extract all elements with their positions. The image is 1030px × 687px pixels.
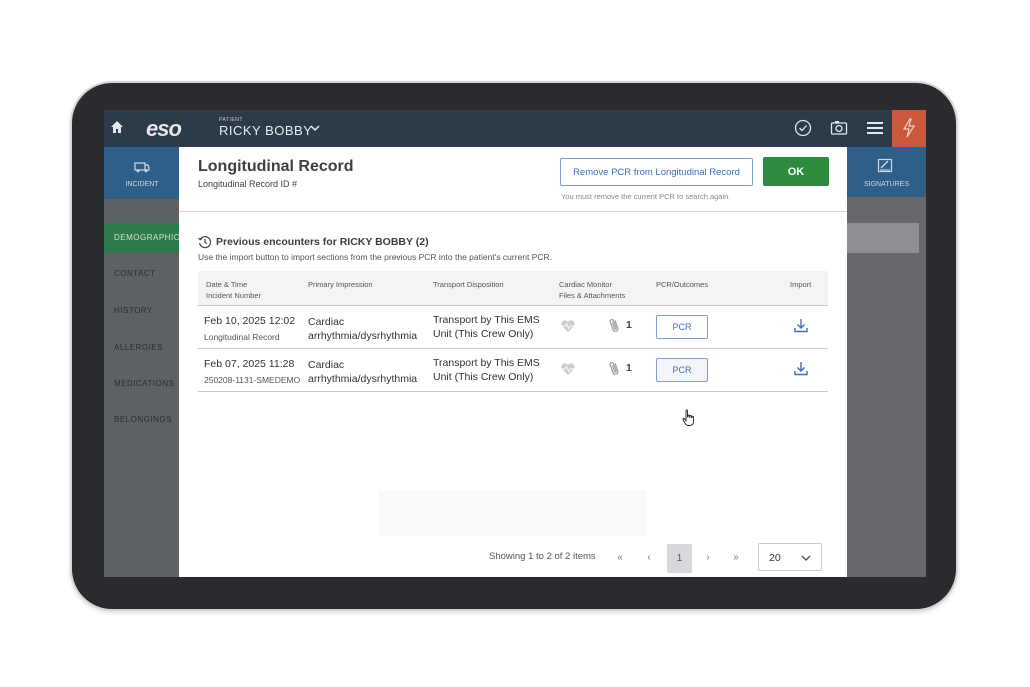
- signatures-tile[interactable]: SIGNATURES: [847, 147, 926, 197]
- col-import: Import: [790, 280, 812, 289]
- page-size-select[interactable]: 20: [758, 543, 822, 571]
- table-header: Date & Time Incident Number Primary Impre…: [198, 271, 828, 306]
- section-title: Previous encounters for RICKY BOBBY (2): [216, 236, 429, 248]
- lightning-icon: [902, 118, 916, 138]
- ok-button[interactable]: OK: [763, 157, 829, 186]
- row-incident: Longitudinal Record: [204, 332, 280, 342]
- heart-monitor-icon: [561, 320, 575, 332]
- page-size-value: 20: [769, 552, 781, 564]
- app-screen: eso PATIENT RICKY BOBBY INCIDENT DEMOGRA…: [104, 110, 926, 577]
- incident-label: INCIDENT: [125, 181, 159, 188]
- col-primary-impression: Primary Impression: [308, 280, 373, 289]
- header-divider: [179, 211, 847, 212]
- ambulance-icon: [134, 162, 150, 173]
- home-icon[interactable]: [110, 120, 124, 134]
- chevron-down-icon: [801, 555, 811, 561]
- attachment-count: 1: [626, 319, 632, 331]
- hamburger-menu-icon[interactable]: [866, 119, 884, 137]
- col-date: Date & Time Incident Number: [206, 279, 261, 301]
- download-icon[interactable]: [794, 361, 808, 376]
- pagination-summary: Showing 1 to 2 of 2 items: [489, 551, 596, 562]
- paperclip-icon[interactable]: [608, 360, 620, 377]
- row-incident: 250208-1131-SMEDEMO: [204, 375, 301, 385]
- row-primary-impression: Cardiac arrhythmia/dysrhythmia: [308, 316, 418, 342]
- check-circle-icon[interactable]: [794, 119, 812, 137]
- left-nav: INCIDENT DEMOGRAPHIC CONTACT HISTORY ALL…: [104, 147, 180, 577]
- row-date: Feb 07, 2025 11:28: [204, 358, 295, 370]
- remove-pcr-note: You must remove the current PCR to searc…: [561, 192, 731, 201]
- current-page-button[interactable]: 1: [667, 544, 692, 573]
- nav-item-contact[interactable]: CONTACT: [114, 269, 156, 278]
- history-clock-icon: [198, 236, 212, 249]
- row-transport-disposition: Transport by This EMS Unit (This Crew On…: [433, 314, 540, 340]
- nav-item-demographic[interactable]: DEMOGRAPHIC: [104, 223, 180, 253]
- pcr-button[interactable]: PCR: [656, 315, 708, 339]
- dialog-subtitle: Longitudinal Record ID #: [198, 179, 298, 189]
- nav-item-medications[interactable]: MEDICATIONS: [114, 379, 174, 388]
- dialog-title: Longitudinal Record: [198, 158, 354, 175]
- camera-icon[interactable]: [830, 119, 848, 137]
- row-primary-impression: Cardiac arrhythmia/dysrhythmia: [308, 359, 418, 385]
- nav-item-allergies[interactable]: ALLERGIES: [114, 343, 163, 352]
- pcr-button[interactable]: PCR: [656, 358, 708, 382]
- longitudinal-record-dialog: Longitudinal Record Longitudinal Record …: [179, 147, 847, 577]
- next-page-button[interactable]: ›: [697, 546, 719, 568]
- col-date-line1: Date & Time: [206, 280, 248, 289]
- heart-monitor-icon: [561, 363, 575, 375]
- background-placeholder: [379, 490, 647, 536]
- nav-item-belongings[interactable]: BELONGINGS: [114, 415, 172, 424]
- last-page-button[interactable]: »: [725, 546, 747, 568]
- top-app-bar: eso PATIENT RICKY BOBBY: [104, 110, 926, 147]
- row-date: Feb 10, 2025 12:02: [204, 315, 296, 327]
- col-date-line2: Incident Number: [206, 291, 262, 300]
- section-description: Use the import button to import sections…: [198, 252, 553, 262]
- nav-item-history[interactable]: HISTORY: [114, 306, 153, 315]
- col-cardiac: Cardiac Monitor Files & Attachments: [559, 279, 625, 301]
- patient-name[interactable]: RICKY BOBBY: [219, 123, 312, 138]
- stage: eso PATIENT RICKY BOBBY INCIDENT DEMOGRA…: [0, 0, 1030, 687]
- table-row: Feb 07, 2025 11:28 250208-1131-SMEDEMO C…: [198, 350, 828, 392]
- nav-item-label: DEMOGRAPHIC: [114, 233, 180, 242]
- col-cardiac-line1: Cardiac Monitor: [559, 280, 612, 289]
- right-panel-field: [847, 223, 919, 253]
- incident-tile[interactable]: INCIDENT: [104, 147, 180, 199]
- remove-pcr-button[interactable]: Remove PCR from Longitudinal Record: [560, 158, 753, 186]
- first-page-button[interactable]: «: [609, 546, 631, 568]
- attachment-count: 1: [626, 362, 632, 374]
- right-nav: SIGNATURES: [847, 147, 926, 577]
- col-transport-disposition: Transport Disposition: [433, 280, 504, 289]
- pointer-cursor-icon: [682, 409, 694, 426]
- col-cardiac-line2: Files & Attachments: [559, 291, 626, 300]
- table-row: Feb 10, 2025 12:02 Longitudinal Record C…: [198, 307, 828, 349]
- col-pcr-outcomes: PCR/Outcomes: [656, 280, 709, 289]
- download-icon[interactable]: [794, 318, 808, 333]
- prev-page-button[interactable]: ‹: [638, 546, 660, 568]
- quick-action-button[interactable]: [892, 110, 926, 147]
- eso-logo: eso: [146, 116, 182, 141]
- chevron-down-icon[interactable]: [310, 123, 320, 133]
- row-transport-disposition: Transport by This EMS Unit (This Crew On…: [433, 357, 540, 383]
- signatures-label: SIGNATURES: [864, 181, 909, 188]
- paperclip-icon[interactable]: [608, 317, 620, 334]
- signature-icon: [877, 158, 893, 173]
